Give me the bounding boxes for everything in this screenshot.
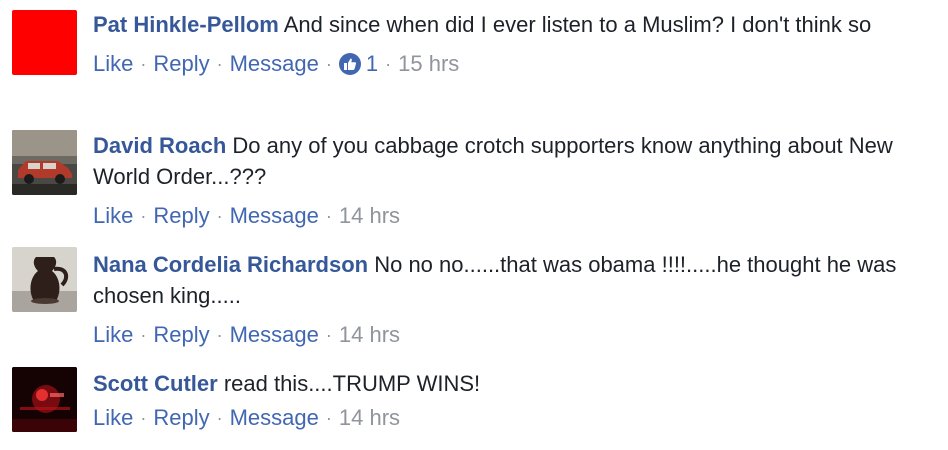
reply-button[interactable]: Reply <box>153 49 209 79</box>
avatar[interactable] <box>12 367 77 432</box>
like-button[interactable]: Like <box>93 201 133 231</box>
reaction-count-value: 1 <box>365 51 379 76</box>
separator: · <box>140 325 147 345</box>
avatar[interactable] <box>12 247 77 312</box>
author-name[interactable]: David Roach <box>93 133 226 158</box>
separator: · <box>216 325 223 345</box>
comment-text: Scott Cutler read this....TRUMP WINS! <box>93 368 940 399</box>
separator: · <box>216 408 223 428</box>
comment-message: And since when did I ever listen to a Mu… <box>283 12 872 37</box>
separator: · <box>140 54 147 74</box>
comment-body: Nana Cordelia Richardson No no no......t… <box>93 249 940 350</box>
reply-button[interactable]: Reply <box>153 403 209 433</box>
message-button[interactable]: Message <box>230 320 319 350</box>
author-name[interactable]: Nana Cordelia Richardson <box>93 252 368 277</box>
comment-body: Pat Hinkle-Pellom And since when did I e… <box>93 9 940 79</box>
comment-thread: Pat Hinkle-Pellom And since when did I e… <box>0 0 948 450</box>
comment-text: Nana Cordelia Richardson No no no......t… <box>93 249 940 311</box>
comment-actions: Like · Reply · Message · 14 hrs <box>93 403 940 433</box>
separator: · <box>140 206 147 226</box>
message-button[interactable]: Message <box>230 49 319 79</box>
comment-message: read this....TRUMP WINS! <box>223 371 481 396</box>
message-button[interactable]: Message <box>230 403 319 433</box>
author-name[interactable]: Scott Cutler <box>93 371 218 396</box>
like-button[interactable]: Like <box>93 49 133 79</box>
comment-text: David Roach Do any of you cabbage crotch… <box>93 130 940 192</box>
timestamp[interactable]: 15 hrs <box>398 49 459 79</box>
pitcher-photo-icon <box>12 247 77 312</box>
separator: · <box>216 54 223 74</box>
message-button[interactable]: Message <box>230 201 319 231</box>
separator: · <box>325 325 332 345</box>
comment-body: David Roach Do any of you cabbage crotch… <box>93 130 940 231</box>
like-thumb-icon <box>338 53 361 75</box>
separator: · <box>216 206 223 226</box>
separator: · <box>140 408 147 428</box>
reply-button[interactable]: Reply <box>153 320 209 350</box>
like-button[interactable]: Like <box>93 320 133 350</box>
timestamp[interactable]: 14 hrs <box>339 201 400 231</box>
comment-body: Scott Cutler read this....TRUMP WINS! Li… <box>93 368 940 433</box>
author-name[interactable]: Pat Hinkle-Pellom <box>93 12 279 37</box>
separator: · <box>325 408 332 428</box>
timestamp[interactable]: 14 hrs <box>339 403 400 433</box>
separator: · <box>325 54 332 74</box>
timestamp[interactable]: 14 hrs <box>339 320 400 350</box>
avatar[interactable] <box>12 130 77 195</box>
avatar[interactable] <box>12 10 77 75</box>
stage-photo-icon <box>12 367 77 432</box>
separator: · <box>325 206 332 226</box>
like-button[interactable]: Like <box>93 403 133 433</box>
comment-actions: Like · Reply · Message · 1 · 15 hrs <box>93 49 940 79</box>
comment-actions: Like · Reply · Message · 14 hrs <box>93 320 940 350</box>
reaction-count[interactable]: 1 <box>338 49 379 79</box>
reply-button[interactable]: Reply <box>153 201 209 231</box>
separator: · <box>385 54 392 74</box>
comment-text: Pat Hinkle-Pellom And since when did I e… <box>93 9 940 40</box>
car-photo-icon <box>12 130 77 195</box>
comment-actions: Like · Reply · Message · 14 hrs <box>93 201 940 231</box>
